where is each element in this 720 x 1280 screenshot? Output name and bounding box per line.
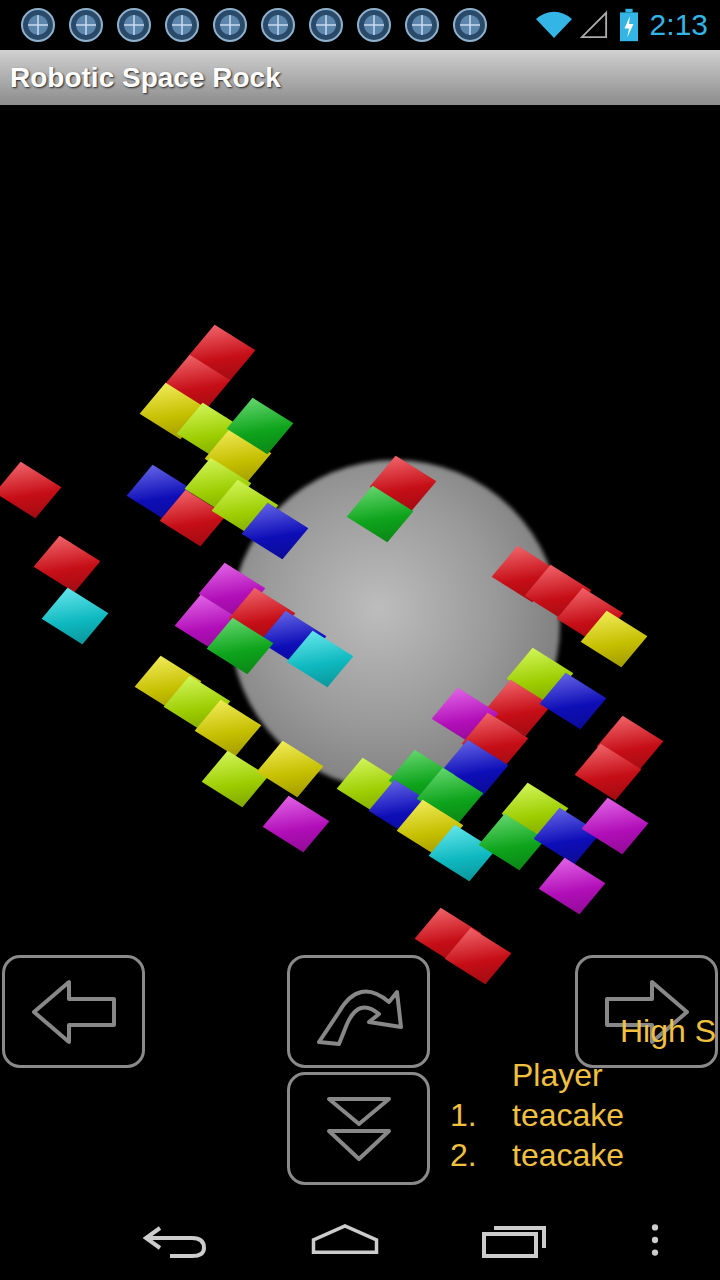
globe-icon	[452, 7, 488, 43]
high-scores-header: Player	[450, 1055, 624, 1095]
screen: 2:13 Robotic Space Rock High S Player1.teac…	[0, 0, 720, 1280]
block	[34, 536, 101, 592]
globe-icon	[308, 7, 344, 43]
high-score-row: 1.teacake	[450, 1095, 624, 1135]
down-arrow-icon	[309, 1089, 409, 1169]
move-right-button[interactable]	[575, 955, 718, 1068]
move-left-button[interactable]	[2, 955, 145, 1068]
rank: 2.	[450, 1135, 512, 1175]
block	[539, 858, 606, 914]
rotate-arrow-icon	[309, 972, 409, 1052]
player-name: teacake	[512, 1095, 624, 1135]
menu-icon[interactable]	[650, 1222, 660, 1258]
rank: 1.	[450, 1095, 512, 1135]
high-scores-table: Player1.teacake2.teacake	[450, 1055, 624, 1175]
globe-icon	[164, 7, 200, 43]
block	[582, 798, 649, 854]
globe-icon	[212, 7, 248, 43]
globe-icon	[116, 7, 152, 43]
drop-button[interactable]	[287, 1072, 430, 1185]
globe-icon	[68, 7, 104, 43]
block	[202, 751, 269, 807]
status-icons: 2:13	[534, 8, 708, 42]
notification-area	[20, 7, 488, 43]
battery-icon	[620, 8, 638, 42]
wifi-icon	[534, 10, 574, 40]
rotate-button[interactable]	[287, 955, 430, 1068]
player-name: teacake	[512, 1135, 624, 1175]
status-bar: 2:13	[0, 0, 720, 50]
block	[263, 796, 330, 852]
block	[42, 588, 109, 644]
app-title: Robotic Space Rock	[10, 62, 281, 94]
nav-bar	[0, 1200, 720, 1280]
home-icon[interactable]	[310, 1220, 380, 1260]
game-canvas[interactable]: High S Player1.teacake2.teacake	[0, 105, 720, 1200]
high-scores-title: High S	[620, 1013, 716, 1050]
left-arrow-icon	[24, 972, 124, 1052]
recents-icon[interactable]	[480, 1220, 550, 1260]
clock: 2:13	[650, 8, 708, 42]
globe-icon	[260, 7, 296, 43]
globe-icon	[20, 7, 56, 43]
signal-icon	[580, 10, 608, 40]
title-bar: Robotic Space Rock	[0, 50, 720, 105]
back-icon[interactable]	[140, 1220, 210, 1260]
globe-icon	[356, 7, 392, 43]
high-score-row: 2.teacake	[450, 1135, 624, 1175]
block	[0, 462, 61, 518]
column-header: Player	[512, 1055, 603, 1095]
globe-icon	[404, 7, 440, 43]
